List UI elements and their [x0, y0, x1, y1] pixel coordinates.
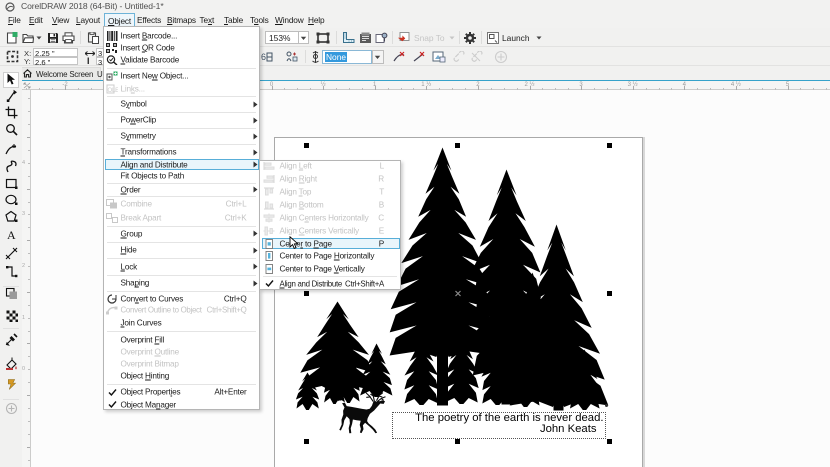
svg-text:OLE: OLE: [107, 88, 118, 94]
svg-text:A: A: [7, 228, 16, 241]
svg-text:6: 6: [261, 52, 266, 62]
